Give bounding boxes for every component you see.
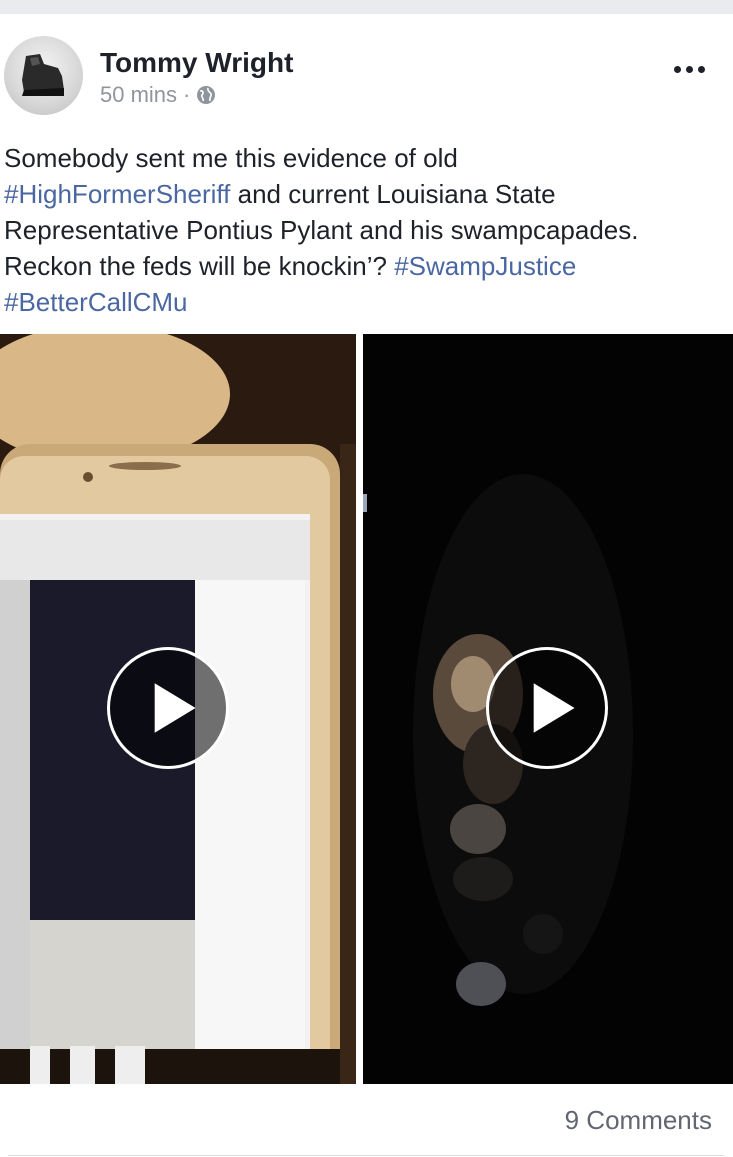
video-right[interactable]: [363, 334, 733, 1084]
post-text-line: Reckon the feds will be knockin’? #Swamp…: [4, 248, 729, 284]
more-dot: [685, 65, 693, 73]
more-options-button[interactable]: [664, 54, 714, 84]
more-horizontal-icon: [673, 65, 681, 73]
hashtag-link[interactable]: #HighFormerSheriff: [4, 179, 230, 209]
post-time[interactable]: 50 mins: [100, 82, 177, 108]
more-dot: [697, 65, 705, 73]
play-icon: [154, 683, 196, 733]
hashtag-link[interactable]: #SwampJustice: [394, 251, 576, 281]
divider: [8, 1155, 725, 1156]
post-header: Tommy Wright 50 mins ·: [0, 14, 733, 134]
post-text: Somebody sent me this evidence of old #Hi…: [4, 140, 729, 320]
play-icon: [533, 683, 575, 733]
post-text-line: #BetterCallCMu: [4, 284, 729, 320]
author-name[interactable]: Tommy Wright: [100, 47, 293, 79]
post-meta: 50 mins ·: [100, 82, 216, 108]
play-button[interactable]: [486, 647, 608, 769]
post-text-segment: Somebody sent me this evidence of old: [4, 143, 458, 173]
post-text-segment: and current Louisiana State: [230, 179, 556, 209]
top-separator-band: [0, 0, 733, 14]
post-text-segment: Reckon the feds will be knockin’?: [4, 251, 395, 281]
video-left[interactable]: [0, 334, 356, 1084]
post-text-line: Somebody sent me this evidence of old: [4, 140, 729, 176]
platform-boot-image: [22, 54, 64, 96]
avatar[interactable]: [4, 36, 83, 115]
hashtag-link[interactable]: #BetterCallCMu: [4, 287, 188, 317]
meta-separator: ·: [183, 82, 191, 107]
globe-icon: [197, 86, 216, 104]
post-text-line: #HighFormerSheriff and current Louisiana…: [4, 176, 729, 212]
comments-count-link[interactable]: 9 Comments: [565, 1105, 712, 1136]
play-button[interactable]: [107, 647, 229, 769]
post-text-line: Representative Pontius Pylant and his sw…: [4, 212, 729, 248]
post-text-segment: Representative Pontius Pylant and his sw…: [4, 215, 639, 245]
